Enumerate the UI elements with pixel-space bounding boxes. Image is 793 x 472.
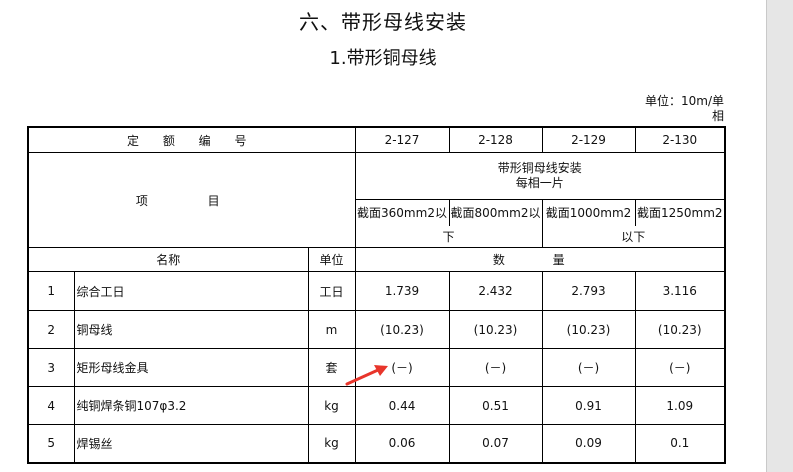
document-page: 六、带形母线安装 1.带形铜母线 单位：10m/单 相 定 额 编 号 2-12…	[0, 0, 766, 472]
row-value: 1.739	[354, 271, 450, 311]
row-value: 3.116	[634, 271, 726, 311]
row-value: 0.91	[541, 386, 636, 425]
row-value: (10.23)	[541, 310, 636, 349]
column-quantity-header: 数 量	[354, 247, 726, 272]
table-row: 5 焊锡丝 kg 0.06 0.07 0.09 0.1	[27, 424, 726, 463]
row-value: 0.07	[448, 424, 543, 463]
row-value: (－)	[634, 348, 726, 387]
unit-note: 单位：10m/单 相	[640, 94, 724, 124]
row-name: 矩形母线金具	[73, 348, 309, 387]
row-number: 1	[27, 271, 75, 311]
quota-code: 2-129	[541, 126, 636, 153]
table-row: 2 铜母线 m (10.23) (10.23) (10.23) (10.23)	[27, 310, 726, 349]
row-name: 纯铜焊条铜107φ3.2	[73, 386, 309, 425]
row-value: (－)	[541, 348, 636, 387]
row-value: (10.23)	[634, 310, 726, 349]
red-arrow-icon	[345, 365, 388, 386]
column-name-header: 名称	[27, 247, 309, 272]
viewer-gutter	[766, 0, 793, 472]
row-value: 2.793	[541, 271, 636, 311]
row-number: 2	[27, 310, 75, 349]
row-number: 4	[27, 386, 75, 425]
quota-code: 2-127	[354, 126, 450, 153]
spec-cell: 截面360mm2以	[354, 199, 450, 226]
table-row: 1 综合工日 工日 1.739 2.432 2.793 3.116	[27, 271, 726, 311]
quota-code: 2-130	[634, 126, 726, 153]
quota-label: 定 额 编 号	[27, 126, 356, 153]
row-value: (－)	[448, 348, 543, 387]
row-number: 3	[27, 348, 75, 387]
row-value: 0.06	[354, 424, 450, 463]
row-value: 0.09	[541, 424, 636, 463]
spec-tail: 下	[354, 225, 543, 248]
quota-table: 定 额 编 号 2-127 2-128 2-129 2-130 项 目 带形铜母…	[27, 126, 726, 464]
row-number: 5	[27, 424, 75, 463]
group-title-line-2: 每相一片	[515, 176, 564, 190]
unit-note-line-2: 相	[711, 109, 724, 123]
row-unit: kg	[307, 424, 356, 463]
row-value: 0.1	[634, 424, 726, 463]
row-name: 铜母线	[73, 310, 309, 349]
spec-tail: 以下	[541, 225, 726, 248]
row-value: (10.23)	[448, 310, 543, 349]
row-value: 2.432	[448, 271, 543, 311]
table-row: 4 纯铜焊条铜107φ3.2 kg 0.44 0.51 0.91 1.09	[27, 386, 726, 425]
item-label: 项 目	[27, 152, 356, 248]
row-unit: kg	[307, 386, 356, 425]
row-value: (10.23)	[354, 310, 450, 349]
group-title-line-1: 带形铜母线安装	[497, 161, 582, 175]
group-title: 带形铜母线安装 每相一片	[354, 152, 726, 200]
row-name: 综合工日	[73, 271, 309, 311]
unit-note-line-1: 单位：10m/单	[644, 94, 724, 108]
subsection-heading: 1.带形铜母线	[329, 48, 437, 69]
row-value: 0.44	[354, 386, 450, 425]
spec-cell: 截面800mm2以	[448, 199, 543, 226]
spec-cell: 截面1000mm2	[541, 199, 636, 226]
column-unit-header: 单位	[307, 247, 356, 272]
row-name: 焊锡丝	[73, 424, 309, 463]
spec-cell: 截面1250mm2	[634, 199, 726, 226]
row-value: 0.51	[448, 386, 543, 425]
row-value: 1.09	[634, 386, 726, 425]
quota-code: 2-128	[448, 126, 543, 153]
row-unit: m	[307, 310, 356, 349]
section-heading: 六、带形母线安装	[299, 10, 467, 34]
row-unit: 工日	[307, 271, 356, 311]
